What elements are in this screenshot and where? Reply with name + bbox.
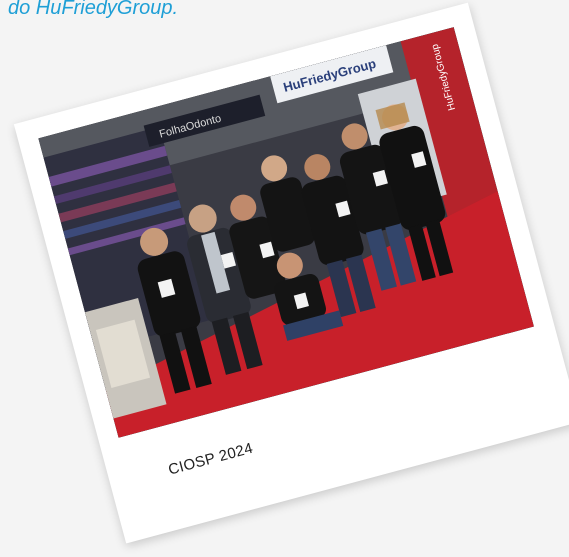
polaroid-card: FolhaOdonto HuFriedyGroup HuFriedyGroup [13,2,569,544]
photo-caption: CIOSP 2024 [166,439,255,479]
team-photo: FolhaOdonto HuFriedyGroup HuFriedyGroup [38,27,534,438]
headline-text: do HuFriedyGroup. [8,0,179,19]
